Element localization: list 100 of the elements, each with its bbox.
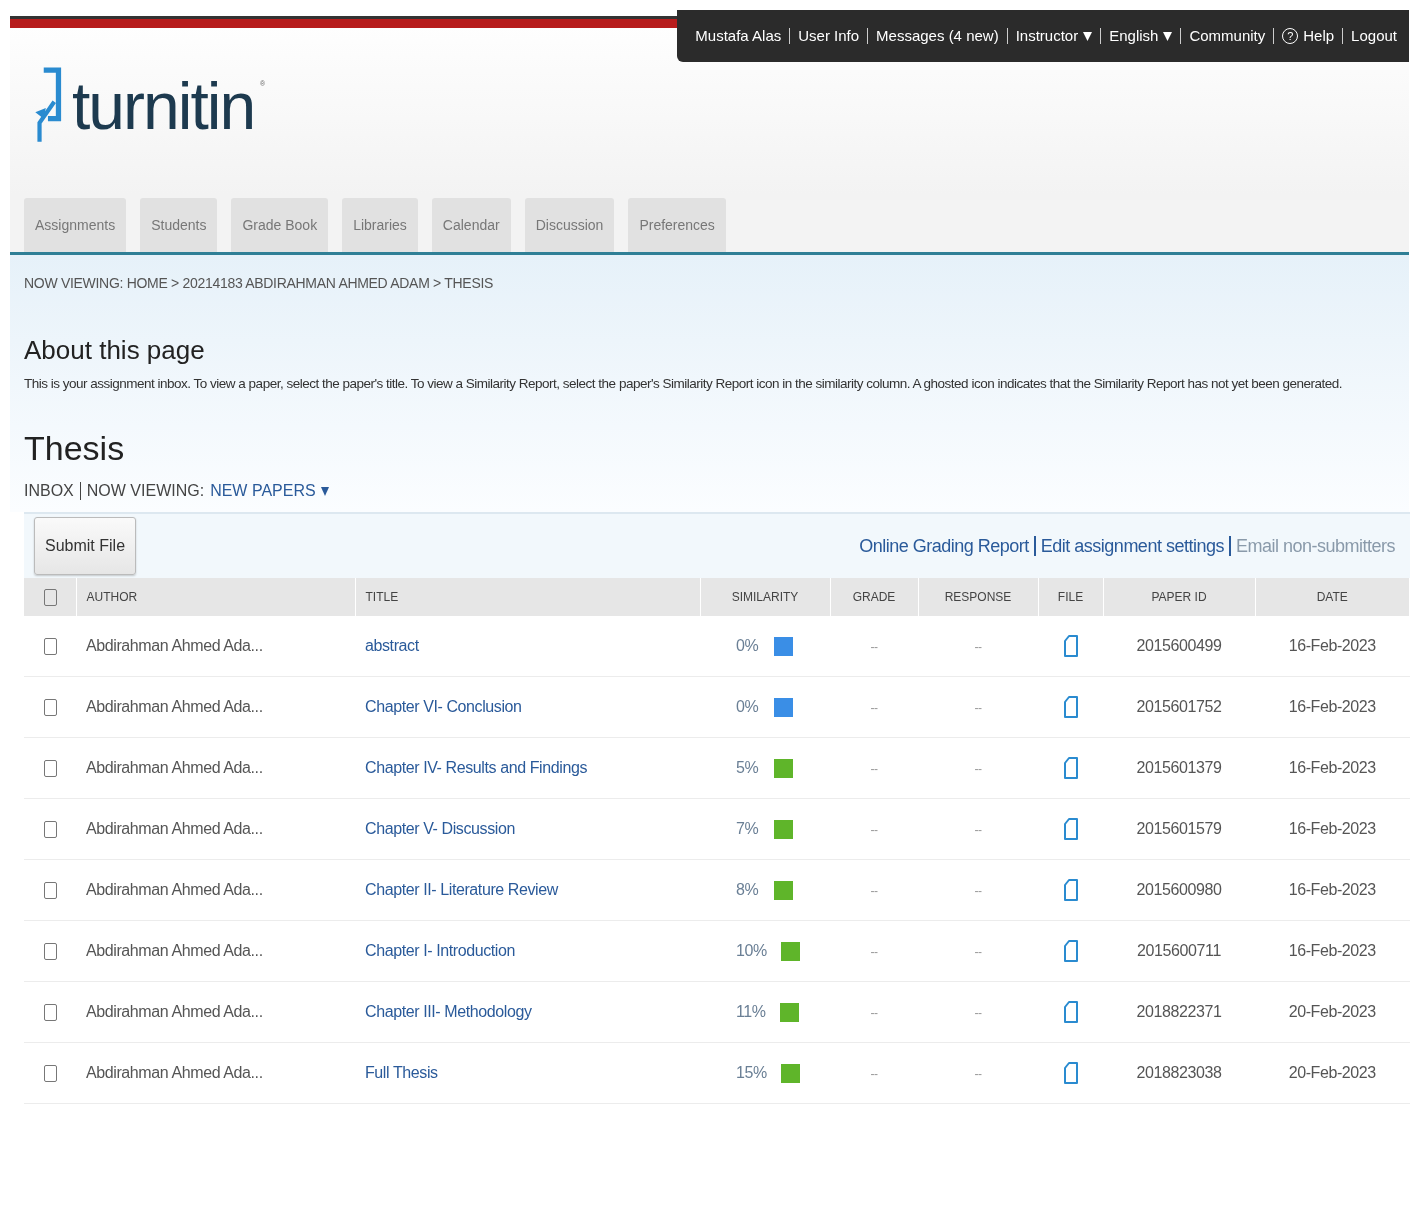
column-header[interactable]: TITLE (365, 590, 399, 604)
column-header[interactable]: GRADE (852, 590, 896, 604)
paper-id: 2015600980 (1136, 881, 1222, 898)
grade-value: -- (870, 945, 878, 959)
column-header[interactable]: DATE (1316, 590, 1348, 604)
nav-link[interactable]: Messages (4 new) (867, 28, 1007, 44)
row-checkbox[interactable] (44, 821, 57, 839)
author-name: Abdirahman Ahmed Ada... (86, 942, 263, 959)
similarity-score[interactable]: 5% (736, 759, 760, 777)
nav-dropdown[interactable]: English (1100, 28, 1181, 44)
viewing-label: NOW VIEWING: (86, 482, 205, 500)
column-header[interactable]: FILE (1057, 590, 1084, 604)
similarity-score[interactable]: 0% (736, 637, 760, 655)
about-text: This is your assignment inbox. To view a paper, select the paper's title. To view a Similarity Report, select the paper's Similarity Report icon in the similarity column. A ghosted icon indicates that the Similarity Report has not yet been generated. (24, 376, 1344, 391)
document-icon[interactable] (1063, 940, 1078, 962)
similarity-report-icon[interactable] (774, 758, 793, 778)
similarity-score[interactable]: 10% (736, 942, 767, 960)
response-value: -- (974, 701, 982, 715)
user-name: Mustafa Alas (694, 28, 783, 44)
author-name: Abdirahman Ahmed Ada... (86, 1064, 263, 1081)
document-icon[interactable] (1063, 879, 1078, 901)
paper-title-link[interactable]: Chapter I- Introduction (365, 942, 515, 959)
response-value: -- (974, 1006, 982, 1020)
response-value: -- (974, 823, 982, 837)
inbox-label: INBOX (24, 482, 81, 500)
grade-value: -- (870, 701, 878, 715)
view-filter-dropdown[interactable]: NEW PAPERS (210, 482, 329, 500)
grade-value: -- (870, 640, 878, 654)
submission-date: 16-Feb-2023 (1288, 637, 1376, 654)
row-checkbox[interactable] (44, 760, 57, 778)
submission-date: 20-Feb-2023 (1288, 1064, 1376, 1081)
nav-tab[interactable]: Calendar (431, 198, 511, 252)
similarity-report-icon[interactable] (774, 880, 793, 900)
nav-link[interactable]: Community (1180, 28, 1274, 44)
paper-title-link[interactable]: abstract (365, 637, 419, 654)
paper-title-link[interactable]: Chapter II- Literature Review (365, 881, 558, 898)
similarity-score[interactable]: 8% (736, 881, 760, 899)
nav-tab[interactable]: Discussion (524, 198, 615, 252)
similarity-report-icon[interactable] (779, 1002, 799, 1022)
similarity-score[interactable]: 7% (736, 820, 760, 838)
nav-tab[interactable]: Students (140, 198, 218, 252)
paper-title-link[interactable]: Chapter V- Discussion (365, 820, 515, 837)
column-header[interactable]: PAPER ID (1151, 590, 1207, 604)
author-name: Abdirahman Ahmed Ada... (86, 1003, 263, 1020)
row-checkbox[interactable] (44, 1065, 57, 1083)
document-icon[interactable] (1063, 757, 1078, 779)
paper-title-link[interactable]: Chapter IV- Results and Findings (365, 759, 587, 776)
nav-dropdown[interactable]: Instructor (1006, 28, 1101, 44)
assignment-title: Thesis (24, 429, 126, 468)
similarity-report-icon[interactable] (780, 1063, 800, 1083)
column-header[interactable]: SIMILARITY (731, 590, 799, 604)
author-name: Abdirahman Ahmed Ada... (86, 698, 263, 715)
author-name: Abdirahman Ahmed Ada... (86, 759, 263, 776)
author-name: Abdirahman Ahmed Ada... (86, 881, 263, 898)
column-header[interactable]: AUTHOR (86, 590, 138, 604)
grade-value: -- (870, 884, 878, 898)
caret-icon (1163, 31, 1173, 41)
similarity-report-icon[interactable] (774, 636, 793, 656)
row-checkbox[interactable] (44, 943, 57, 961)
similarity-report-icon[interactable] (780, 941, 800, 961)
row-checkbox[interactable] (44, 882, 57, 900)
document-icon[interactable] (1063, 696, 1078, 718)
paper-id: 2015600711 (1137, 942, 1221, 959)
help-link[interactable]: ? Help (1273, 28, 1343, 44)
row-checkbox[interactable] (44, 699, 57, 717)
nav-link[interactable]: Logout (1342, 28, 1405, 44)
paper-id: 2015601579 (1136, 820, 1222, 837)
nav-tab[interactable]: Grade Book (231, 198, 329, 252)
document-icon[interactable] (1063, 1001, 1078, 1023)
similarity-report-icon[interactable] (774, 697, 793, 717)
nav-link[interactable]: User Info (789, 28, 868, 44)
paper-id: 2015601752 (1136, 698, 1222, 715)
grade-value: -- (870, 1006, 878, 1020)
similarity-report-icon[interactable] (774, 819, 793, 839)
similarity-score[interactable]: 0% (736, 698, 760, 716)
row-checkbox[interactable] (44, 1004, 57, 1022)
response-value: -- (974, 884, 982, 898)
grade-value: -- (870, 762, 878, 776)
author-name: Abdirahman Ahmed Ada... (86, 637, 263, 654)
submit-file-button[interactable]: Submit File (34, 517, 137, 575)
document-icon[interactable] (1063, 818, 1078, 840)
section-heading: About this page (24, 335, 206, 366)
document-icon[interactable] (1063, 635, 1078, 657)
row-checkbox[interactable] (44, 638, 57, 656)
paper-title-link[interactable]: Chapter VI- Conclusion (365, 698, 522, 715)
select-all-checkbox[interactable] (44, 588, 57, 606)
response-value: -- (974, 640, 982, 654)
submission-date: 16-Feb-2023 (1288, 759, 1376, 776)
nav-tab[interactable]: Preferences (628, 198, 726, 252)
grade-value: -- (870, 823, 878, 837)
paper-title-link[interactable]: Full Thesis (365, 1064, 438, 1081)
similarity-score[interactable]: 15% (736, 1064, 767, 1082)
response-value: -- (974, 945, 982, 959)
document-icon[interactable] (1063, 1062, 1078, 1084)
action-link[interactable]: Edit assignment settings (1033, 536, 1229, 556)
paper-title-link[interactable]: Chapter III- Methodology (365, 1003, 532, 1020)
submission-date: 16-Feb-2023 (1288, 820, 1376, 837)
nav-tab[interactable]: Assignments (24, 198, 127, 252)
action-link[interactable]: Online Grading Report (854, 536, 1034, 556)
similarity-score[interactable]: 11% (736, 1003, 766, 1021)
